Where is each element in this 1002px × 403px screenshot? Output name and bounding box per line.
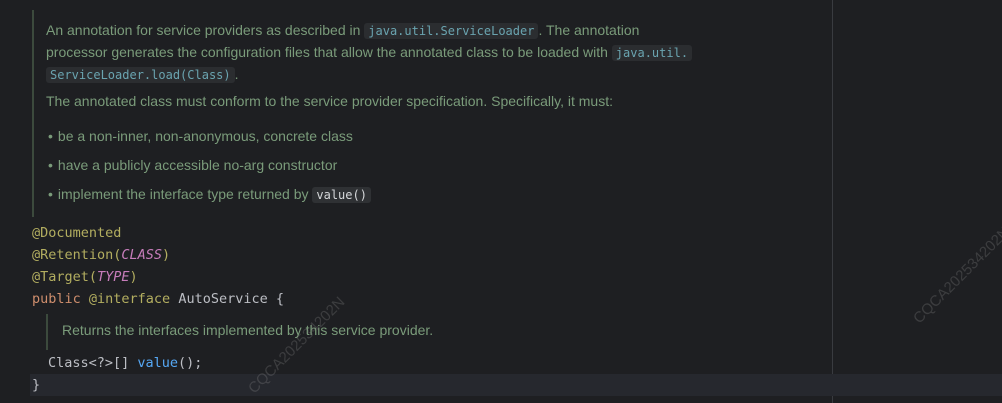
code-line-target[interactable]: @Target(TYPE): [32, 266, 138, 288]
bullet-text: be a non-inner, non-anonymous, concrete …: [57, 128, 353, 144]
current-line-highlight: [30, 374, 1002, 396]
javadoc-paragraph-2: The annotated class must conform to the …: [46, 93, 613, 109]
method-name: value: [137, 355, 179, 371]
code-link-load-part1[interactable]: java.util.: [611, 45, 693, 61]
code-line-close-brace[interactable]: }: [32, 374, 40, 396]
doc-text: processor generates the configuration fi…: [46, 44, 612, 60]
annotation: @interface: [88, 291, 179, 307]
code-link-value[interactable]: value(): [312, 187, 371, 203]
annotation: @Retention(: [32, 247, 122, 263]
rendered-javadoc-block[interactable]: An annotation for service providers as d…: [30, 10, 830, 217]
bullet-text: implement the interface type returned by: [57, 186, 313, 202]
bullet-dot: •: [48, 186, 53, 202]
javadoc-text: Returns the interfaces implemented by th…: [62, 322, 434, 338]
code-line-interface-decl[interactable]: public @interface AutoService {: [32, 288, 284, 310]
annotation: ): [129, 269, 138, 285]
javadoc-bullet-list: • be a non-inner, non-anonymous, concrete…: [48, 126, 371, 213]
list-item: • be a non-inner, non-anonymous, concrete…: [48, 126, 371, 155]
list-item: • have a publicly accessible no-arg const…: [48, 155, 371, 184]
punctuation: ();: [178, 355, 203, 371]
brace: {: [275, 291, 284, 307]
annotation: @Target(: [32, 269, 98, 285]
code-line-retention[interactable]: @Retention(CLASS): [32, 244, 170, 266]
bullet-text: have a publicly accessible no-arg constr…: [57, 157, 338, 173]
constant: CLASS: [121, 247, 163, 263]
bullet-dot: •: [48, 128, 53, 144]
list-item: • implement the interface type returned b…: [48, 184, 371, 213]
annotation: @Documented: [32, 225, 122, 241]
code-line-documented[interactable]: @Documented: [32, 222, 121, 244]
keyword: public: [32, 291, 89, 307]
constant: TYPE: [97, 269, 130, 285]
type: Class<?>[]: [48, 355, 138, 371]
doc-text: An annotation for service providers as d…: [46, 22, 365, 38]
annotation: ): [162, 247, 171, 263]
watermark: CQCA202534202N: [910, 223, 1002, 328]
class-name: AutoService: [178, 291, 276, 307]
doc-text: .: [234, 66, 239, 82]
javadoc-paragraph-1: An annotation for service providers as d…: [46, 20, 726, 86]
doc-text: . The annotation: [538, 22, 640, 38]
code-link-serviceloader[interactable]: java.util.ServiceLoader: [364, 23, 539, 39]
javadoc-bar: [46, 314, 48, 350]
editor-gutter: [0, 0, 30, 403]
bullet-dot: •: [48, 157, 53, 173]
code-line-value-method[interactable]: Class<?>[] value();: [48, 352, 202, 374]
javadoc-bar: [32, 10, 34, 217]
brace: }: [32, 377, 41, 393]
code-link-load-part2[interactable]: ServiceLoader.load(Class): [46, 67, 235, 83]
right-margin-guide: [832, 0, 833, 403]
rendered-method-javadoc[interactable]: Returns the interfaces implemented by th…: [44, 314, 744, 350]
